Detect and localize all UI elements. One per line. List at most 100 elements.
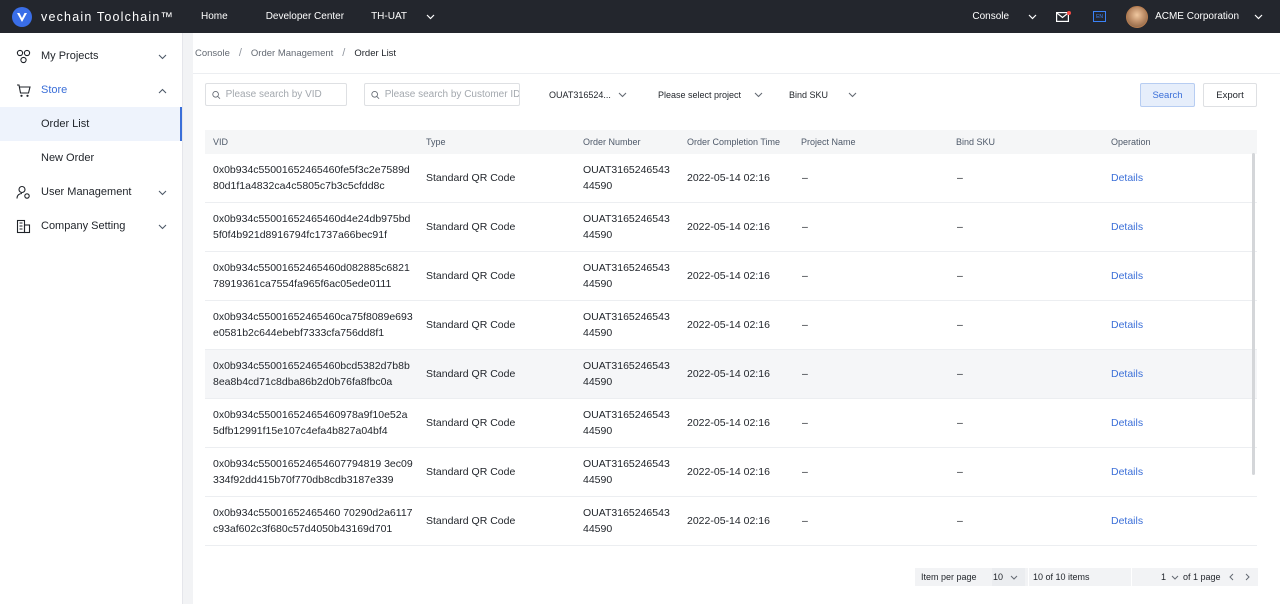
cell-order-number: OUAT316524654344590 xyxy=(583,458,670,486)
language-switch-icon[interactable]: EN xyxy=(1093,11,1107,22)
details-link[interactable]: Details xyxy=(1111,350,1143,398)
cell-bind-sku: – xyxy=(957,270,963,282)
details-link[interactable]: Details xyxy=(1111,154,1143,202)
chevron-right-icon[interactable] xyxy=(1245,573,1250,583)
chevron-down-icon[interactable] xyxy=(1028,14,1037,20)
divider xyxy=(193,73,1280,74)
project-select[interactable]: Please select project xyxy=(658,83,763,106)
search-icon xyxy=(212,90,221,99)
cell-project-name: – xyxy=(802,172,808,184)
order-number-select[interactable]: OUAT316524... xyxy=(549,83,627,106)
chevron-left-icon[interactable] xyxy=(1229,573,1234,583)
cell-completion-time: 2022-05-14 02:16 xyxy=(687,172,770,184)
vechain-logo-icon xyxy=(12,6,32,27)
console-dropdown[interactable]: Console xyxy=(972,11,1009,22)
cell-type: Standard QR Code xyxy=(426,466,516,478)
project-select-value: Please select project xyxy=(658,89,742,100)
cell-type: Standard QR Code xyxy=(426,270,516,282)
sidebar-item-label: Store xyxy=(41,84,68,96)
chevron-down-icon xyxy=(158,187,167,199)
details-link[interactable]: Details xyxy=(1111,203,1143,251)
cell-completion-time: 2022-05-14 02:16 xyxy=(687,466,770,478)
avatar[interactable] xyxy=(1126,5,1149,28)
breadcrumb: Console / Order Management / Order List xyxy=(194,47,396,59)
column-header-operation: Operation xyxy=(1111,137,1151,147)
cell-order-number: OUAT316524654344590 xyxy=(583,262,670,290)
mail-icon[interactable] xyxy=(1056,10,1072,22)
details-link[interactable]: Details xyxy=(1111,399,1143,447)
company-name[interactable]: ACME Corporation xyxy=(1155,11,1239,22)
table-scrollbar[interactable] xyxy=(1252,153,1255,475)
sidebar-item-label: Order List xyxy=(41,118,90,130)
cell-order-number: OUAT316524654344590 xyxy=(583,360,670,388)
chevron-down-icon xyxy=(1010,575,1018,580)
column-header-vid: VID xyxy=(213,137,229,147)
details-link[interactable]: Details xyxy=(1111,497,1143,545)
sidebar-item-label: New Order xyxy=(41,152,95,164)
pagination: Item per page 10 10 of 10 items 1 of 1 p… xyxy=(915,568,1258,586)
main-content: Console / Order Management / Order List … xyxy=(193,33,1280,604)
cell-completion-time: 2022-05-14 02:16 xyxy=(687,319,770,331)
column-header-project-name: Project Name xyxy=(801,137,856,147)
bind-sku-select[interactable]: Bind SKU xyxy=(789,83,857,106)
export-button[interactable]: Export xyxy=(1203,83,1257,107)
chevron-down-icon xyxy=(754,92,763,98)
sidebar-item-user-management[interactable]: User Management xyxy=(0,175,182,209)
cell-bind-sku: – xyxy=(957,172,963,184)
column-header-bind-sku: Bind SKU xyxy=(956,137,996,147)
table-row: 0x0b934c55001652465460d4e24db975bd5f0f4b… xyxy=(205,203,1257,252)
cell-bind-sku: – xyxy=(957,466,963,478)
cell-bind-sku: – xyxy=(957,319,963,331)
breadcrumb-console[interactable]: Console xyxy=(195,48,230,59)
sidebar-item-label: User Management xyxy=(41,186,132,198)
order-number-select-value: OUAT316524... xyxy=(549,89,611,100)
items-per-page-select[interactable]: 10 xyxy=(992,568,1025,586)
table-row: 0x0b934c55001652465460d082885c6821789193… xyxy=(205,252,1257,301)
breadcrumb-current: Order List xyxy=(354,47,397,59)
cell-project-name: – xyxy=(802,319,808,331)
logo-text: vechain Toolchain™ xyxy=(41,9,175,24)
environment-selector[interactable]: TH-UAT xyxy=(371,11,407,22)
cell-order-number: OUAT316524654344590 xyxy=(583,213,670,241)
sidebar: My Projects Store Order List New Order U… xyxy=(0,33,183,604)
table-row: 0x0b934c55001652465460978a9f10e52a5dfb12… xyxy=(205,399,1257,448)
search-button[interactable]: Search xyxy=(1140,83,1195,107)
vid-search-input[interactable] xyxy=(205,83,347,106)
nav-home[interactable]: Home xyxy=(201,11,228,22)
user-settings-icon xyxy=(16,185,31,200)
details-link[interactable]: Details xyxy=(1111,301,1143,349)
table-row: 0x0b934c55001652465460ca75f8089e693e0581… xyxy=(205,301,1257,350)
sidebar-item-company-setting[interactable]: Company Setting xyxy=(0,209,182,243)
chevron-down-icon xyxy=(158,221,167,233)
customer-search-field[interactable] xyxy=(384,89,519,100)
column-header-type: Type xyxy=(426,137,446,147)
table-row: 0x0b934c55001652465460bcd5382d7b8b8ea8b4… xyxy=(205,350,1257,399)
chevron-down-icon[interactable] xyxy=(1254,14,1263,20)
cell-order-number: OUAT316524654344590 xyxy=(583,409,670,437)
sidebar-item-store[interactable]: Store xyxy=(0,73,182,107)
cell-order-number: OUAT316524654344590 xyxy=(583,507,670,535)
breadcrumb-order-management[interactable]: Order Management xyxy=(251,48,333,59)
sidebar-item-label: Company Setting xyxy=(41,220,126,232)
sidebar-item-order-list[interactable]: Order List xyxy=(0,107,182,141)
cell-project-name: – xyxy=(802,368,808,380)
current-page-select[interactable]: 1 xyxy=(1161,572,1179,582)
details-link[interactable]: Details xyxy=(1111,448,1143,496)
cell-completion-time: 2022-05-14 02:16 xyxy=(687,368,770,380)
cell-type: Standard QR Code xyxy=(426,221,516,233)
vechain-toolchain-logo[interactable]: vechain Toolchain™ xyxy=(12,6,190,27)
details-link[interactable]: Details xyxy=(1111,252,1143,300)
cell-completion-time: 2022-05-14 02:16 xyxy=(687,270,770,282)
nav-developer-center[interactable]: Developer Center xyxy=(266,11,344,22)
cell-type: Standard QR Code xyxy=(426,319,516,331)
cell-bind-sku: – xyxy=(957,221,963,233)
total-items: 10 of 10 items xyxy=(1033,572,1090,582)
building-icon xyxy=(16,219,31,234)
chevron-down-icon[interactable] xyxy=(426,14,435,20)
customer-search-input[interactable] xyxy=(364,83,520,106)
cell-bind-sku: – xyxy=(957,368,963,380)
vid-search-field[interactable] xyxy=(225,89,346,100)
cell-project-name: – xyxy=(802,515,808,527)
sidebar-item-new-order[interactable]: New Order xyxy=(0,141,182,175)
sidebar-item-my-projects[interactable]: My Projects xyxy=(0,39,182,73)
